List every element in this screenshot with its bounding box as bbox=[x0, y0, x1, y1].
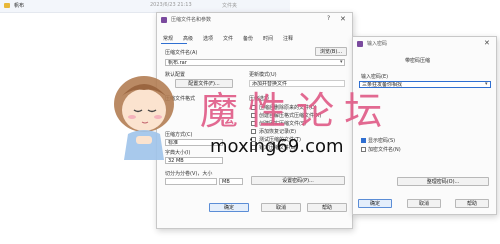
archive-dialog-titlebar: 压缩文件名和参数 ? ✕ bbox=[157, 13, 352, 27]
password-help-button[interactable]: 帮助 bbox=[455, 199, 489, 208]
active-tab-indicator bbox=[161, 43, 187, 44]
tab-options[interactable]: 选项 bbox=[203, 35, 213, 42]
winrar-icon bbox=[357, 41, 363, 47]
help-button[interactable]: 帮助 bbox=[307, 203, 347, 212]
close-button[interactable]: ✕ bbox=[340, 15, 346, 23]
update-mode-label: 更新模式(U) bbox=[249, 72, 277, 78]
password-cancel-button[interactable]: 取消 bbox=[407, 199, 441, 208]
girl-mascot-icon bbox=[114, 76, 174, 160]
tab-backup[interactable]: 备份 bbox=[243, 35, 253, 42]
browse-button[interactable]: 浏览(B)... bbox=[315, 47, 347, 56]
split-size-input[interactable] bbox=[165, 178, 217, 185]
mascot-illustration bbox=[104, 64, 184, 164]
watermark-url: moxing69.com bbox=[210, 136, 344, 157]
tab-advanced[interactable]: 高级 bbox=[183, 35, 193, 42]
explorer-item-name: 帆布 bbox=[14, 3, 25, 9]
archive-name-label: 压缩文件名(A) bbox=[165, 50, 198, 56]
split-volumes-label: 切分为分卷(V)，大小 bbox=[165, 171, 213, 177]
archive-dialog-title: 压缩文件名和参数 bbox=[171, 17, 212, 23]
show-password-checkbox[interactable] bbox=[361, 138, 366, 143]
tab-comment[interactable]: 注释 bbox=[283, 35, 293, 42]
explorer-item-type: 文件夹 bbox=[222, 3, 238, 9]
password-dialog-title: 输入密码 bbox=[367, 41, 388, 47]
folder-icon bbox=[4, 3, 10, 8]
password-ok-button[interactable]: 确定 bbox=[358, 199, 392, 208]
encrypt-names-label: 加密文件名(N) bbox=[368, 147, 401, 153]
explorer-item-date: 2023/6/23 21:13 bbox=[150, 2, 192, 8]
archive-name-input[interactable]: 帆布.rar bbox=[165, 59, 345, 66]
tab-files[interactable]: 文件 bbox=[223, 35, 233, 42]
cancel-button[interactable]: 取消 bbox=[261, 203, 301, 212]
show-password-label: 显示密码(S) bbox=[368, 138, 396, 144]
winrar-icon bbox=[161, 17, 167, 23]
split-unit-select[interactable]: MB bbox=[219, 178, 243, 185]
password-dropdown-icon[interactable]: ▾ bbox=[485, 81, 488, 87]
password-label: 输入密码(E) bbox=[361, 74, 389, 80]
watermark-title: 魔 性 论 坛 bbox=[200, 89, 382, 133]
tab-general[interactable]: 常规 bbox=[163, 35, 173, 42]
organize-passwords-button[interactable]: 整理密码(O)... bbox=[397, 177, 489, 186]
set-password-button[interactable]: 设置密码(P)... bbox=[251, 176, 345, 185]
close-button[interactable]: ✕ bbox=[484, 39, 490, 47]
archive-name-dropdown-icon[interactable]: ▾ bbox=[340, 59, 343, 65]
help-titlebar-button[interactable]: ? bbox=[327, 15, 330, 22]
password-dialog-titlebar: 输入密码 ✕ bbox=[353, 37, 496, 51]
ok-button[interactable]: 确定 bbox=[209, 203, 249, 212]
encrypt-names-checkbox[interactable] bbox=[361, 147, 366, 152]
password-dialog-header: 带密码压缩 bbox=[405, 58, 431, 64]
tab-time[interactable]: 时间 bbox=[263, 35, 273, 42]
